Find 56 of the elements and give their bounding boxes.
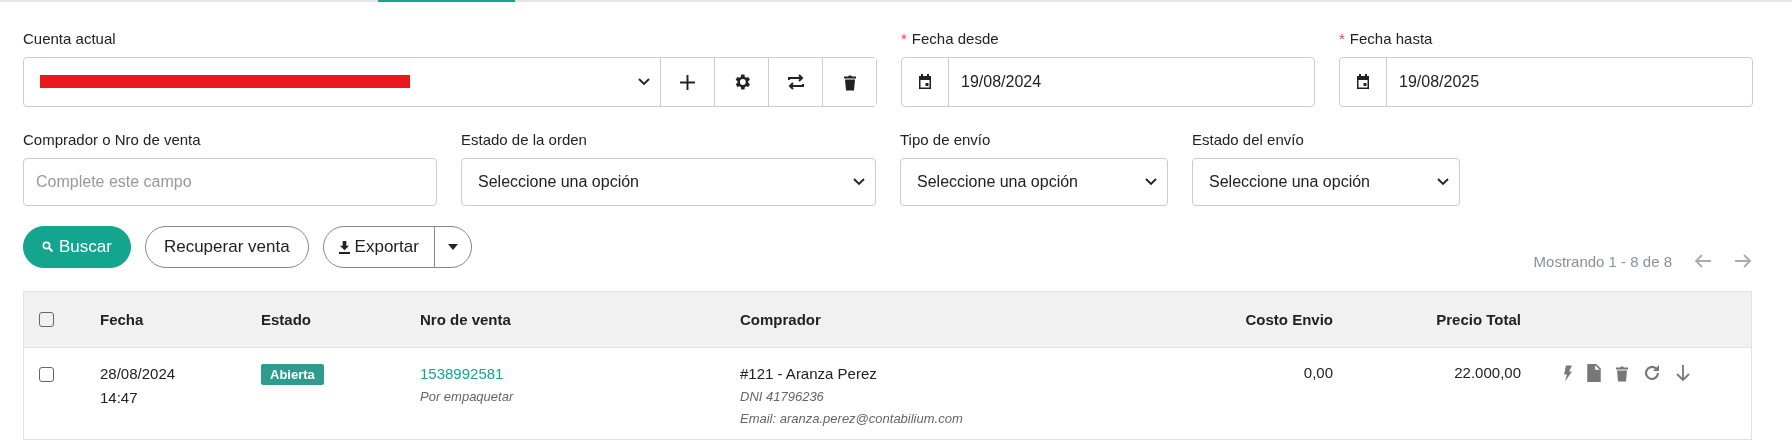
column-header: Precio Total: [1436, 311, 1521, 328]
date-field[interactable]: 19/08/2024: [901, 57, 1315, 107]
download-icon: [338, 240, 350, 254]
required-mark: *: [901, 30, 907, 48]
required-mark: *: [1339, 30, 1345, 48]
export-button[interactable]: Exportar: [322, 226, 435, 268]
chevron-icon: [1145, 178, 1157, 186]
dropdown-select[interactable]: Seleccione una opción: [900, 158, 1168, 206]
download-arrow-icon[interactable]: [1675, 364, 1691, 382]
sale-note: Por empaquetar: [420, 388, 514, 406]
dropdown-select[interactable]: Seleccione una opción: [461, 158, 876, 206]
buyer-name: #121 - Aranza Perez: [740, 364, 877, 384]
chevron-icon: [1437, 178, 1449, 186]
field-label: Comprador o Nro de venta: [23, 131, 201, 149]
plus-icon: [679, 73, 696, 91]
field-label: Tipo de envío: [900, 131, 991, 149]
column-header: Comprador: [740, 311, 821, 328]
row-checkbox[interactable]: [39, 367, 54, 382]
field-label: Fecha desde: [911, 30, 999, 48]
time-text: 14:47: [100, 388, 138, 408]
dropdown-select[interactable]: Seleccione una opción: [1192, 158, 1460, 206]
pagination-text: Mostrando 1 - 8 de 8: [1533, 252, 1672, 270]
column-header: Nro de venta: [420, 311, 511, 328]
delete-button[interactable]: [822, 58, 876, 106]
caret-icon: [447, 244, 458, 250]
chevron-icon: [853, 178, 865, 186]
status-badge: Abierta: [261, 364, 324, 385]
dropdown-toggle-button[interactable]: [433, 226, 472, 268]
previous-page-icon[interactable]: [1694, 253, 1712, 269]
field-label: Estado de la orden: [461, 131, 587, 149]
select-all-checkbox[interactable]: [39, 312, 54, 327]
lightning-icon[interactable]: [1563, 364, 1573, 382]
date-text: 28/08/2024: [100, 364, 176, 384]
column-header: Estado: [261, 311, 311, 328]
field-label: Estado del envío: [1192, 131, 1304, 149]
recover-sale-button[interactable]: Recuperar venta: [144, 226, 309, 268]
column-header: Costo Envio: [1245, 311, 1333, 328]
field-label: Fecha hasta: [1349, 30, 1433, 48]
field-label: Cuenta actual: [23, 30, 116, 48]
swap-arrows-icon: [785, 72, 806, 92]
refresh-icon[interactable]: [1643, 364, 1661, 382]
buyer-input-field[interactable]: Complete este campo: [23, 158, 437, 206]
trash-icon: [842, 73, 857, 91]
next-page-icon[interactable]: [1734, 253, 1752, 269]
date-field[interactable]: 19/08/2025: [1339, 57, 1753, 107]
total-price: 22.000,00: [1454, 364, 1521, 381]
buyer-dni: DNI 41796236: [740, 388, 824, 406]
calendar-icon: [917, 74, 933, 90]
document-icon[interactable]: [1587, 364, 1601, 382]
trash-icon[interactable]: [1615, 364, 1629, 382]
calendar-icon: [1355, 74, 1371, 90]
chevron-icon: [638, 78, 650, 86]
search-icon: [42, 241, 54, 253]
buyer-email: Email: aranza.perez@contabilium.com: [740, 410, 963, 428]
shipping-cost: 0,00: [1303, 364, 1333, 381]
column-header: Fecha: [100, 311, 144, 328]
